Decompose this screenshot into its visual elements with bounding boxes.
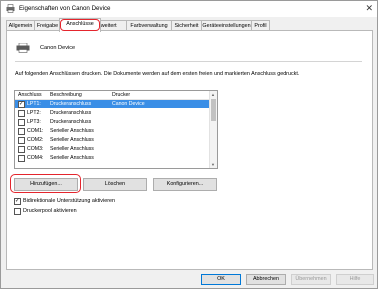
port-checkbox[interactable]	[18, 137, 25, 144]
port-description: Druckeranschluss	[50, 119, 92, 125]
divider	[15, 61, 362, 62]
port-checkbox[interactable]	[18, 119, 25, 126]
port-name: COM4:	[27, 155, 44, 161]
column-header[interactable]: Drucker	[112, 91, 130, 99]
scroll-up-icon[interactable]: ▲	[211, 92, 215, 97]
title-bar: Eigenschaften von Canon Device ✕	[1, 1, 377, 17]
port-row[interactable]: COM3: Serieller Anschluss	[15, 145, 209, 153]
port-checkbox[interactable]	[18, 146, 25, 153]
port-row[interactable]: COM1: Serieller Anschluss	[15, 127, 209, 135]
column-header[interactable]: Anschluss	[18, 91, 42, 99]
port-list-scrollbar[interactable]: ▲ ▼	[209, 91, 217, 168]
ok-button[interactable]: OK	[201, 274, 241, 285]
checkbox-box	[14, 197, 21, 205]
port-checkbox[interactable]	[18, 128, 25, 135]
port-checkbox[interactable]	[18, 110, 25, 117]
port-name: LPT2:	[27, 110, 41, 116]
port-description: Serieller Anschluss	[50, 155, 94, 161]
port-list-header: Anschluss Beschreibung Drucker	[15, 91, 209, 100]
configure-port-button[interactable]: Konfigurieren...	[153, 178, 217, 191]
device-name: Canon Device	[40, 45, 76, 51]
port-instructions: Auf folgenden Anschlüssen drucken. Die D…	[15, 71, 300, 77]
tab-anschluesse[interactable]: Anschlüsse	[59, 18, 101, 32]
port-name: COM3:	[27, 146, 44, 152]
window-title: Eigenschaften von Canon Device	[19, 5, 111, 12]
add-port-highlight	[10, 174, 81, 193]
apply-button[interactable]: Übernehmen	[291, 274, 331, 285]
ports-panel: Canon Device Auf folgenden Anschlüssen d…	[6, 30, 373, 270]
port-description: Serieller Anschluss	[50, 146, 94, 152]
printer-pool-label: Druckerpool aktivieren	[23, 208, 77, 214]
port-description: Serieller Anschluss	[50, 137, 94, 143]
port-name: COM2:	[27, 137, 44, 143]
printer-pool-checkbox[interactable]: Druckerpool aktivieren	[14, 207, 214, 215]
port-printer: Canon Device	[112, 101, 145, 107]
help-button[interactable]: Hilfe	[336, 274, 374, 285]
port-name: COM1:	[27, 128, 44, 134]
port-name: LPT1:	[27, 101, 41, 107]
printer-icon	[6, 4, 15, 13]
port-name: LPT3:	[27, 119, 41, 125]
tab-highlight	[60, 19, 100, 31]
port-checkbox[interactable]	[18, 155, 25, 162]
port-row[interactable]: COM4: Serieller Anschluss	[15, 154, 209, 162]
port-description: Druckeranschluss	[50, 101, 92, 107]
properties-dialog: Eigenschaften von Canon Device ✕ Allgeme…	[0, 0, 378, 289]
delete-port-button[interactable]: Löschen	[83, 178, 147, 191]
port-checkbox[interactable]	[18, 100, 25, 108]
checkbox-box	[14, 208, 21, 215]
port-list[interactable]: Anschluss Beschreibung Drucker LPT1: Dru…	[14, 90, 218, 169]
printer-icon	[16, 43, 30, 53]
port-row[interactable]: LPT1: Druckeranschluss Canon Device	[15, 100, 209, 108]
scrollbar-thumb[interactable]	[211, 99, 216, 121]
close-icon[interactable]: ✕	[365, 3, 373, 14]
port-row[interactable]: LPT2: Druckeranschluss	[15, 109, 209, 117]
port-description: Serieller Anschluss	[50, 128, 94, 134]
scroll-down-icon[interactable]: ▼	[211, 162, 215, 167]
port-description: Druckeranschluss	[50, 110, 92, 116]
bidirectional-checkbox[interactable]: Bidirektionale Unterstützung aktivieren	[14, 197, 214, 205]
column-header[interactable]: Beschreibung	[50, 91, 82, 99]
bidirectional-label: Bidirektionale Unterstützung aktivieren	[23, 198, 115, 204]
port-row[interactable]: LPT3: Druckeranschluss	[15, 118, 209, 126]
cancel-button[interactable]: Abbrechen	[246, 274, 286, 285]
port-row[interactable]: COM2: Serieller Anschluss	[15, 136, 209, 144]
